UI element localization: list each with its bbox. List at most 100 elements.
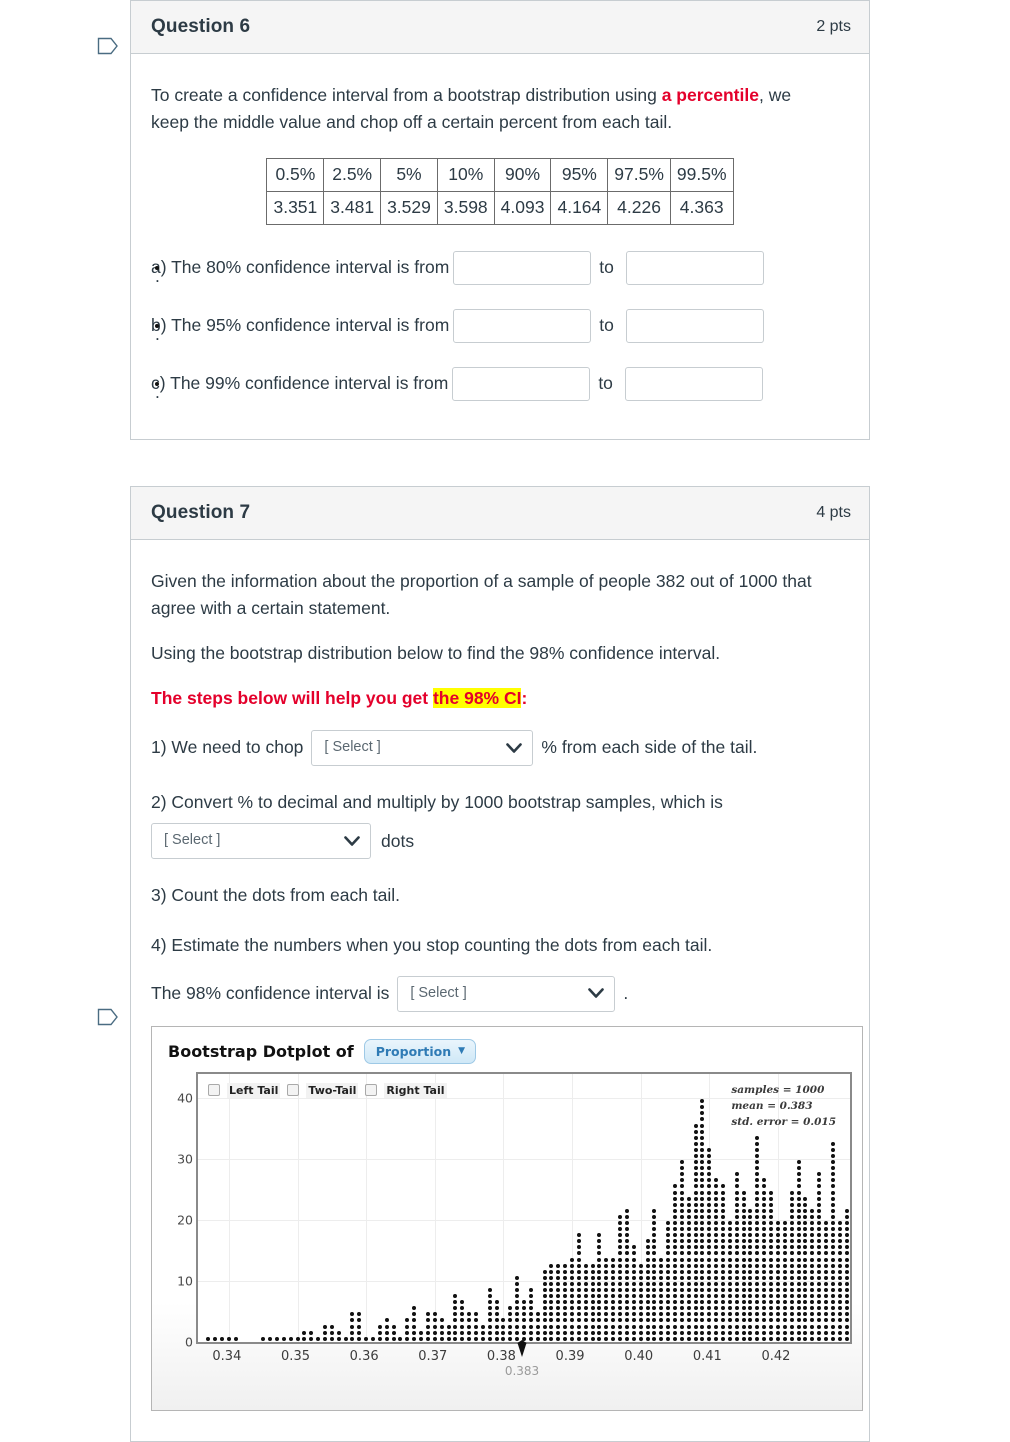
data-dot xyxy=(583,1300,588,1305)
data-dot xyxy=(748,1287,753,1292)
data-dot xyxy=(727,1294,732,1299)
question-6-title: Question 6 xyxy=(151,16,251,37)
step-2-select[interactable]: [ Select ] xyxy=(151,823,371,860)
data-dot xyxy=(823,1336,828,1341)
left-tail-checkbox[interactable] xyxy=(208,1084,220,1097)
data-dot xyxy=(473,1318,478,1323)
data-dot xyxy=(611,1306,616,1311)
data-dot xyxy=(652,1300,657,1305)
data-dot xyxy=(487,1336,492,1341)
bookmark-flag-icon[interactable] xyxy=(97,1007,119,1027)
data-dot xyxy=(570,1330,575,1335)
quiz-page: Question 6 2 pts To create a confidence … xyxy=(0,0,1010,1442)
data-dot xyxy=(322,1324,327,1329)
data-dot xyxy=(755,1318,760,1323)
data-dot xyxy=(597,1233,602,1238)
data-dot xyxy=(693,1202,698,1207)
data-dot xyxy=(762,1294,767,1299)
ci-80-upper-input[interactable] xyxy=(625,250,764,285)
data-dot xyxy=(796,1202,801,1207)
data-dot xyxy=(501,1330,506,1335)
data-dot xyxy=(686,1269,691,1274)
data-dot xyxy=(817,1336,822,1341)
data-dot xyxy=(762,1208,767,1213)
data-dot xyxy=(405,1336,410,1341)
data-dot xyxy=(597,1336,602,1341)
data-dot xyxy=(563,1318,568,1323)
data-dot xyxy=(693,1239,698,1244)
ci-95-lower-input[interactable] xyxy=(453,308,592,343)
data-dot xyxy=(714,1227,719,1232)
data-dot xyxy=(789,1257,794,1262)
final-answer-select[interactable]: [ Select ] xyxy=(397,975,616,1012)
data-dot xyxy=(734,1300,739,1305)
step-1-select[interactable]: [ Select ] xyxy=(311,730,534,766)
data-dot xyxy=(686,1214,691,1219)
data-dot xyxy=(549,1281,554,1286)
ci-95-upper-input[interactable] xyxy=(625,308,764,343)
data-dot xyxy=(748,1336,753,1341)
data-dot xyxy=(796,1166,801,1171)
data-dot xyxy=(837,1318,842,1323)
data-dot xyxy=(755,1330,760,1335)
right-tail-checkbox[interactable] xyxy=(365,1084,378,1097)
data-dot xyxy=(714,1330,719,1335)
data-dot xyxy=(542,1318,547,1323)
data-dot xyxy=(494,1336,499,1341)
data-dot xyxy=(679,1312,684,1317)
data-dot xyxy=(803,1330,808,1335)
two-tail-checkbox[interactable] xyxy=(287,1084,300,1097)
data-dot xyxy=(775,1233,780,1238)
data-dot xyxy=(817,1208,822,1213)
data-dot xyxy=(672,1214,677,1219)
gridline-vertical xyxy=(366,1073,368,1342)
data-dot xyxy=(549,1263,554,1268)
data-dot xyxy=(741,1336,746,1341)
bookmark-flag-icon[interactable] xyxy=(97,36,119,56)
data-dot xyxy=(734,1184,739,1189)
data-dot xyxy=(762,1214,767,1219)
data-dot xyxy=(830,1281,835,1286)
ci-99-upper-input[interactable] xyxy=(624,366,763,401)
data-dot xyxy=(652,1269,657,1274)
data-dot xyxy=(645,1336,650,1341)
data-dot xyxy=(741,1269,746,1274)
data-dot xyxy=(556,1330,561,1335)
data-dot xyxy=(583,1263,588,1268)
data-dot xyxy=(618,1245,623,1250)
data-dot xyxy=(782,1233,787,1238)
data-dot xyxy=(700,1184,705,1189)
data-dot xyxy=(515,1306,520,1311)
data-dot xyxy=(755,1214,760,1219)
data-dot xyxy=(782,1251,787,1256)
data-dot xyxy=(775,1263,780,1268)
data-dot xyxy=(508,1318,513,1323)
data-dot xyxy=(364,1336,369,1341)
ci-99-lower-input[interactable] xyxy=(452,366,591,401)
data-dot xyxy=(693,1135,698,1140)
data-dot xyxy=(460,1336,465,1341)
data-dot xyxy=(487,1312,492,1317)
data-dot xyxy=(789,1202,794,1207)
data-dot xyxy=(590,1318,595,1323)
data-dot xyxy=(686,1251,691,1256)
data-dot xyxy=(734,1233,739,1238)
data-dot xyxy=(672,1275,677,1280)
data-dot xyxy=(741,1196,746,1201)
ci-80-lower-input[interactable] xyxy=(453,250,592,285)
data-dot xyxy=(528,1312,533,1317)
data-dot xyxy=(350,1324,355,1329)
data-dot xyxy=(810,1233,815,1238)
data-dot xyxy=(652,1330,657,1335)
data-dot xyxy=(604,1294,609,1299)
data-dot xyxy=(672,1281,677,1286)
data-dot xyxy=(748,1275,753,1280)
variable-selector-pill[interactable]: Proportion ▼ xyxy=(363,1038,477,1064)
data-dot xyxy=(727,1312,732,1317)
data-dot xyxy=(803,1324,808,1329)
data-dot xyxy=(755,1300,760,1305)
data-dot xyxy=(412,1312,417,1317)
data-dot xyxy=(707,1227,712,1232)
data-dot xyxy=(775,1220,780,1225)
data-dot xyxy=(741,1300,746,1305)
